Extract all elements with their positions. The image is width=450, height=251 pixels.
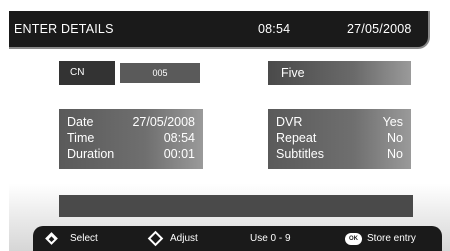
detail-label: DVR	[276, 115, 303, 129]
detail-row-dvr[interactable]: DVR Yes	[268, 115, 411, 131]
channel-number-input[interactable]: 005	[118, 61, 202, 85]
header-bar: ENTER DETAILS 08:54 27/05/2008	[9, 11, 430, 49]
details-panel-left: Date 27/05/2008 Time 08:54 Duration 00:0…	[59, 109, 203, 169]
help-use-label: Use 0 - 9	[250, 233, 291, 244]
detail-label: Time	[67, 131, 95, 145]
detail-value: No	[387, 147, 403, 161]
detail-label: Duration	[67, 147, 115, 161]
channel-name-field[interactable]: Five	[268, 61, 411, 85]
detail-row-repeat[interactable]: Repeat No	[268, 131, 411, 147]
detail-value: 00:01	[163, 147, 195, 161]
detail-row-subtitles[interactable]: Subtitles No	[268, 147, 411, 163]
ok-button-icon: OK	[345, 232, 362, 245]
detail-label: Subtitles	[276, 147, 324, 161]
help-use: Use 0 - 9	[250, 226, 291, 251]
help-select-label: Select	[70, 233, 98, 244]
channel-number-label: CN	[59, 61, 115, 85]
header-time: 08:54	[258, 22, 291, 36]
help-store-label: Store entry	[367, 233, 416, 244]
header-date: 27/05/2008	[347, 22, 412, 36]
adjust-diamond-icon	[147, 230, 164, 247]
detail-label: Date	[67, 115, 94, 129]
detail-row-duration[interactable]: Duration 00:01	[59, 147, 203, 163]
help-select: Select	[45, 226, 98, 251]
detail-value: 27/05/2008	[132, 115, 195, 129]
select-diamond-icon	[45, 232, 58, 245]
details-panel-right: DVR Yes Repeat No Subtitles No	[268, 109, 411, 169]
detail-row-date[interactable]: Date 27/05/2008	[59, 115, 203, 131]
detail-row-time[interactable]: Time 08:54	[59, 131, 203, 147]
help-store: OK Store entry	[345, 226, 416, 251]
help-adjust-label: Adjust	[170, 233, 198, 244]
detail-label: Repeat	[276, 131, 317, 145]
detail-value: No	[387, 131, 403, 145]
page-title: ENTER DETAILS	[14, 22, 114, 36]
info-bar	[59, 195, 413, 217]
footer-help-bar: Select Adjust Use 0 - 9 OK Store entry	[33, 226, 442, 251]
detail-value: Yes	[382, 115, 403, 129]
help-adjust: Adjust	[147, 226, 198, 251]
detail-value: 08:54	[163, 131, 195, 145]
